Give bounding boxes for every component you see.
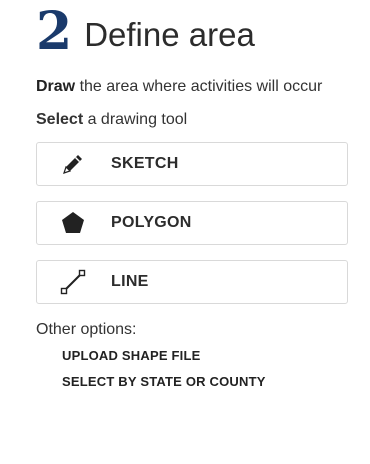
- pencil-icon: [59, 150, 87, 178]
- polygon-tool-button[interactable]: POLYGON: [36, 201, 348, 245]
- line-tool-label: LINE: [111, 273, 149, 290]
- instruction-rest: the area where activities will occur: [75, 78, 323, 95]
- polygon-tool-label: POLYGON: [111, 214, 192, 231]
- select-bold: Select: [36, 111, 84, 128]
- other-options-label: Other options:: [36, 321, 137, 338]
- define-area-panel: 2 Define area Draw the area where activi…: [36, 1, 352, 395]
- pentagon-icon: [59, 209, 87, 237]
- select-rest: a drawing tool: [83, 111, 188, 128]
- step-title: Define area: [84, 16, 255, 53]
- step-number: 2: [36, 1, 73, 62]
- sketch-tool-label: SKETCH: [111, 155, 179, 172]
- drawing-tool-list: SKETCH POLYGON LINE: [36, 142, 348, 304]
- sketch-tool-button[interactable]: SKETCH: [36, 142, 348, 186]
- instruction-bold: Draw: [36, 78, 76, 95]
- draw-instruction: Draw the area where activities will occu…: [36, 75, 352, 98]
- select-by-state-or-county-link[interactable]: SELECT BY STATE OR COUNTY: [62, 369, 352, 395]
- line-tool-button[interactable]: LINE: [36, 260, 348, 304]
- select-tool-label: Select a drawing tool: [36, 108, 352, 131]
- line-icon: [59, 268, 87, 296]
- step-header: 2 Define area: [36, 1, 352, 62]
- upload-shape-file-link[interactable]: UPLOAD SHAPE FILE: [62, 343, 352, 369]
